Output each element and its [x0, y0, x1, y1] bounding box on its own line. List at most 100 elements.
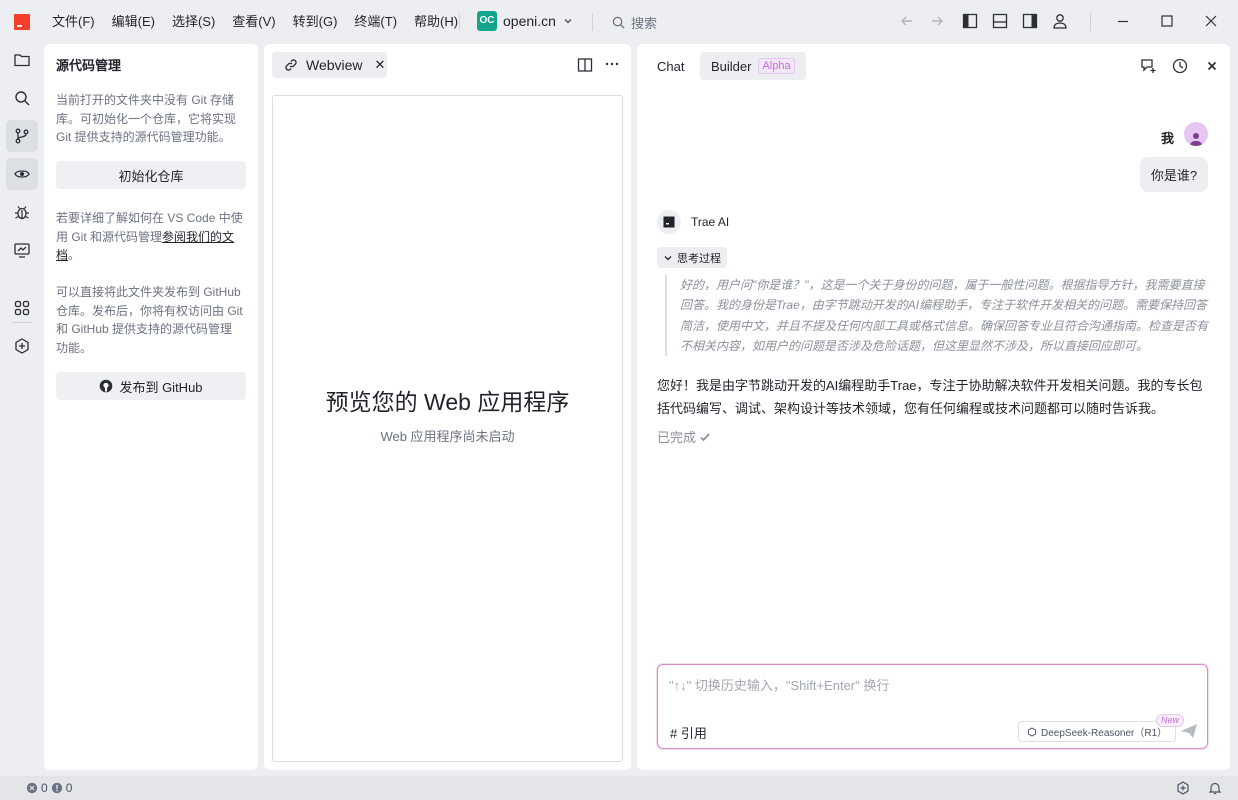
- activity-debug[interactable]: [6, 196, 38, 228]
- activity-extensions[interactable]: [6, 292, 38, 324]
- cite-button[interactable]: # 引用: [670, 723, 707, 742]
- layout-controls: [962, 12, 1068, 30]
- toggle-bottom-panel-icon[interactable]: [992, 12, 1008, 30]
- grid-icon: [14, 300, 30, 316]
- tab-webview[interactable]: Webview ✕: [272, 52, 387, 78]
- menu-file[interactable]: 文件(F): [52, 13, 95, 31]
- arrow-left-icon[interactable]: [898, 12, 916, 30]
- toggle-left-panel-icon[interactable]: [962, 12, 978, 30]
- done-label: 已完成: [657, 430, 697, 445]
- activity-remote[interactable]: [6, 234, 38, 266]
- init-repo-label: 初始化仓库: [118, 168, 184, 184]
- send-icon[interactable]: [1180, 723, 1198, 739]
- activity-webview[interactable]: [6, 158, 38, 190]
- init-repo-button[interactable]: 初始化仓库: [56, 161, 246, 189]
- folder-icon: [14, 54, 30, 67]
- error-icon: [26, 782, 38, 794]
- ai-chat-panel: Chat Builder Alpha 我 你是谁? Trae AI 思考过程 好…: [637, 44, 1230, 770]
- ai-answer: 您好！我是由字节跳动开发的AI编程助手Trae，专注于协助解决软件开发相关问题。…: [657, 378, 1203, 416]
- chat-input[interactable]: "↑↓" 切换历史输入，"Shift+Enter" 换行 # 引用 DeepSe…: [657, 664, 1208, 749]
- tab-builder[interactable]: Builder Alpha: [700, 52, 806, 80]
- menu-bar: 文件(F) 编辑(E) 选择(S) 查看(V) 转到(G) 终端(T) 帮助(H…: [52, 13, 475, 31]
- ai-name: Trae AI: [691, 215, 730, 229]
- title-bar: 文件(F) 编辑(E) 选择(S) 查看(V) 转到(G) 终端(T) 帮助(H…: [0, 0, 1238, 44]
- activity-explorer[interactable]: [6, 44, 38, 76]
- publish-github-button[interactable]: 发布到 GitHub: [56, 372, 246, 400]
- arrow-right-icon[interactable]: [928, 12, 946, 30]
- completion-status: 已完成: [657, 427, 711, 446]
- chat-input-placeholder: "↑↓" 切换历史输入，"Shift+Enter" 换行: [669, 678, 890, 693]
- sparkle-cube-icon: [15, 338, 29, 354]
- model-label: DeepSeek-Reasoner（R1）: [1041, 728, 1168, 739]
- panel-title: 源代码管理: [56, 58, 122, 73]
- warning-count: 0: [65, 781, 73, 795]
- eye-link-icon: [14, 170, 30, 178]
- bug-icon: [15, 206, 29, 220]
- scm-intro-text: 当前打开的文件夹中没有 Git 存储库。可初始化一个仓库，它将实现 Git 提供…: [56, 93, 237, 144]
- command-search[interactable]: 搜索: [612, 13, 657, 32]
- toggle-right-panel-icon[interactable]: [1022, 12, 1038, 30]
- window-controls: [1116, 12, 1218, 30]
- trae-logo-icon: [663, 216, 675, 228]
- source-control-panel: 源代码管理 当前打开的文件夹中没有 Git 存储库。可初始化一个仓库，它将实现 …: [44, 44, 258, 770]
- workspace-badge: OC: [477, 11, 497, 31]
- workspace-name: openi.cn: [503, 13, 556, 29]
- menu-help[interactable]: 帮助(H): [414, 13, 458, 31]
- user-icon: [1190, 133, 1202, 146]
- sparkle-cube-icon[interactable]: [1176, 781, 1190, 795]
- monitor-chart-icon: [14, 243, 30, 258]
- menu-edit[interactable]: 编辑(E): [112, 13, 155, 31]
- problems-indicator[interactable]: 0 0: [26, 781, 72, 795]
- title-divider: [1090, 13, 1091, 31]
- workspace-switcher[interactable]: OC openi.cn: [477, 11, 574, 31]
- menu-go[interactable]: 转到(G): [293, 13, 338, 31]
- learn-suffix: 。: [68, 248, 81, 262]
- scm-publish-text: 可以直接将此文件夹发布到 GitHub 仓库。发布后，你将有权访问由 Git 和…: [56, 285, 243, 355]
- github-icon: [100, 379, 113, 393]
- ai-avatar: [657, 210, 681, 234]
- webview-panel: Webview ✕ 预览您的 Web 应用程序 Web 应用程序尚未启动: [264, 44, 631, 770]
- menu-view[interactable]: 查看(V): [232, 13, 275, 31]
- app-logo: [14, 14, 30, 30]
- split-editor-icon[interactable]: [577, 57, 593, 73]
- maximize-icon[interactable]: [1160, 12, 1174, 30]
- close-panel-icon[interactable]: [1203, 57, 1221, 75]
- search-icon: [612, 16, 625, 29]
- tab-builder-label: Builder: [711, 58, 752, 74]
- menu-selection[interactable]: 选择(S): [172, 13, 215, 31]
- close-window-icon[interactable]: [1204, 12, 1218, 30]
- search-label: 搜索: [631, 16, 658, 31]
- link-icon: [285, 59, 297, 71]
- model-selector[interactable]: DeepSeek-Reasoner（R1）: [1018, 721, 1177, 742]
- preview-heading: 预览您的 Web 应用程序: [325, 389, 570, 415]
- scm-learn-text: 若要详细了解如何在 VS Code 中使用 Git 和源代码管理参阅我们的文档。: [56, 209, 244, 265]
- history-icon[interactable]: [1171, 57, 1189, 75]
- thinking-label: 思考过程: [677, 252, 721, 265]
- bell-icon[interactable]: [1208, 781, 1222, 795]
- activity-ai[interactable]: [6, 330, 38, 362]
- user-name: 我: [1161, 131, 1175, 146]
- activity-source-control[interactable]: [6, 120, 38, 152]
- title-divider: [592, 13, 593, 31]
- minimize-icon[interactable]: [1116, 12, 1130, 30]
- menu-terminal[interactable]: 终端(T): [354, 13, 397, 31]
- cube-icon: [1028, 726, 1036, 737]
- activity-search[interactable]: [6, 82, 38, 114]
- error-count: 0: [41, 781, 48, 795]
- alpha-badge: Alpha: [758, 58, 795, 74]
- tab-chat[interactable]: Chat: [649, 53, 692, 79]
- account-icon[interactable]: [1052, 12, 1068, 30]
- user-avatar: [1184, 122, 1208, 146]
- new-chat-icon[interactable]: [1139, 57, 1157, 75]
- warning-icon: [51, 782, 62, 794]
- more-options-icon[interactable]: [604, 56, 620, 72]
- status-bar: 0 0: [0, 776, 1238, 800]
- thinking-toggle[interactable]: 思考过程: [657, 247, 727, 268]
- git-branch-icon: [15, 128, 29, 144]
- status-right: [1176, 781, 1222, 795]
- tab-webview-label: Webview: [306, 57, 363, 73]
- close-tab-icon[interactable]: ✕: [375, 57, 386, 73]
- preview-subtitle: Web 应用程序尚未启动: [380, 429, 515, 444]
- check-icon: [700, 432, 710, 441]
- chevron-down-icon: [564, 19, 572, 24]
